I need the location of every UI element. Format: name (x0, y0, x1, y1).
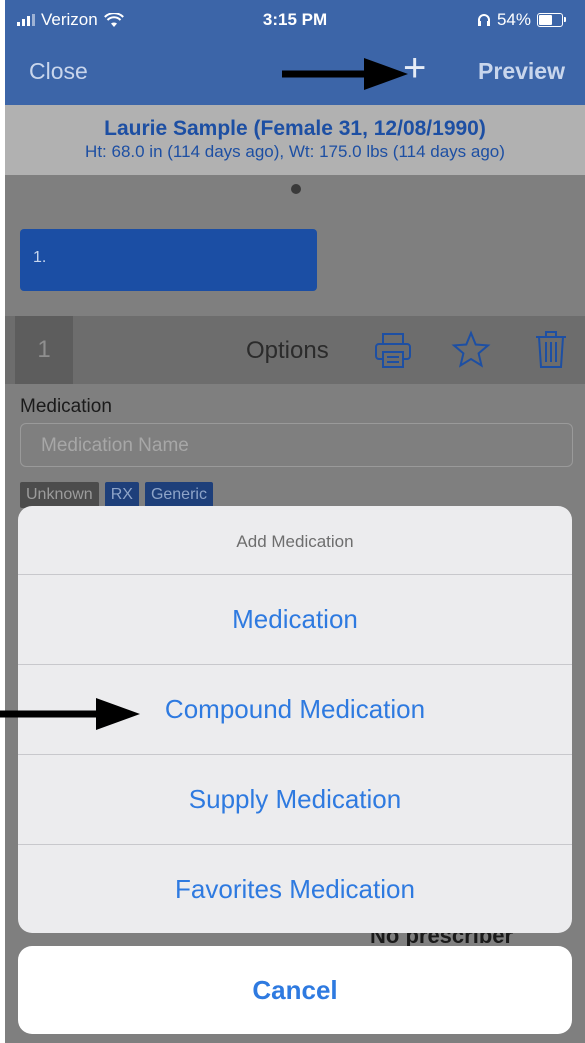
patient-name: Laurie Sample (Female 31, 12/08/1990) (104, 117, 486, 140)
prescription-toolbar: 1 Options (5, 316, 585, 384)
medication-label: Medication (20, 396, 112, 417)
tag-rx[interactable]: RX (104, 482, 139, 508)
options-button[interactable]: Options (246, 337, 329, 365)
page-indicator (291, 184, 301, 194)
status-right: 54% (477, 10, 566, 30)
option-favorites-medication[interactable]: Favorites Medication (18, 845, 572, 933)
headphones-icon (477, 14, 490, 26)
cancel-button[interactable]: Cancel (18, 946, 572, 1034)
arrow-annotation-icon (282, 58, 408, 90)
preview-button[interactable]: Preview (478, 58, 565, 85)
patient-vitals: Ht: 68.0 in (114 days ago), Wt: 175.0 lb… (85, 142, 505, 161)
status-bar: Verizon 3:15 PM 54% (5, 0, 585, 38)
prescription-tile-label: 1. (33, 249, 47, 266)
battery-icon (537, 13, 566, 27)
trash-icon[interactable] (533, 330, 569, 370)
printer-icon[interactable] (373, 330, 413, 370)
sheet-title: Add Medication (18, 506, 572, 575)
tag-generic[interactable]: Generic (144, 482, 213, 508)
prescription-tile[interactable]: 1. (20, 229, 317, 291)
arrow-annotation-icon (0, 698, 140, 730)
option-medication[interactable]: Medication (18, 575, 572, 665)
patient-header: Laurie Sample (Female 31, 12/08/1990) Ht… (5, 105, 585, 175)
star-icon[interactable] (451, 330, 491, 370)
tag-unknown[interactable]: Unknown (20, 482, 99, 508)
app-screen: Verizon 3:15 PM 54% Close + Preview Laur… (5, 0, 585, 1043)
battery-percent: 54% (496, 10, 531, 29)
medication-name-input[interactable]: Medication Name (20, 423, 573, 467)
option-supply-medication[interactable]: Supply Medication (18, 755, 572, 845)
prescription-number: 1 (15, 316, 73, 384)
medication-tags: Unknown RX Generic (20, 482, 213, 508)
close-button[interactable]: Close (29, 58, 88, 85)
